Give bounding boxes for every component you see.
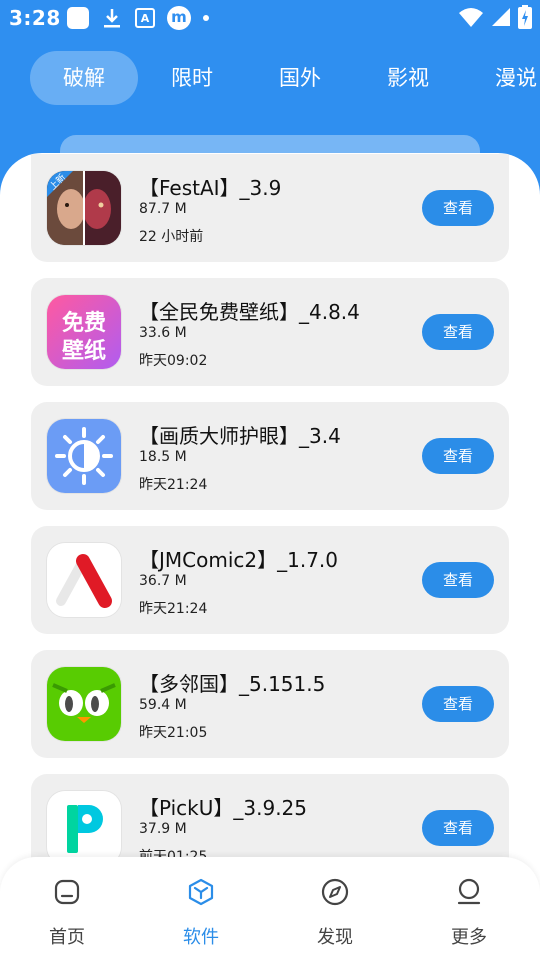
app-card[interactable]: 免费 壁纸 【全民免费壁纸】_4.8.4 33.6 M 昨天09:02 查看 <box>31 278 509 386</box>
jmcomic-icon <box>47 543 121 617</box>
home-icon <box>54 879 80 905</box>
app-name: 【FestAI】_3.9 <box>139 176 282 200</box>
app-size: 18.5 M <box>139 449 187 465</box>
tab-comic[interactable]: 漫说 <box>472 51 540 105</box>
user-icon <box>457 878 481 905</box>
duolingo-owl-icon <box>47 667 121 741</box>
signal-icon <box>492 8 510 26</box>
box-icon <box>188 878 214 906</box>
notification-icons: A m <box>67 6 209 30</box>
app-size: 36.7 M <box>139 573 187 589</box>
app-name: 【PickU】_3.9.25 <box>139 796 308 820</box>
nav-discover[interactable]: 发现 <box>268 857 402 960</box>
nav-label: 发现 <box>317 927 353 948</box>
app-card[interactable]: 【JMComic2】_1.7.0 36.7 M 昨天21:24 查看 <box>31 526 509 634</box>
view-button[interactable]: 查看 <box>422 686 494 722</box>
a-badge-icon: A <box>135 8 155 28</box>
system-icons <box>458 5 532 29</box>
category-tabs: 破解 限时 国外 影视 漫说 <box>0 51 540 105</box>
status-bar: 3:28 A m <box>0 0 540 36</box>
view-button[interactable]: 查看 <box>422 314 494 350</box>
app-size: 37.9 M <box>139 821 187 837</box>
festai-icon: 上新 <box>47 171 121 245</box>
compass-icon <box>321 878 349 906</box>
nav-label: 软件 <box>183 927 219 948</box>
app-time: 昨天21:05 <box>139 725 208 741</box>
app-name: 【全民免费壁纸】_4.8.4 <box>139 300 360 324</box>
app-list: 上新 【FestAI】_3.9 87.7 M 22 小时前 查看 免费 壁纸 【… <box>31 154 509 898</box>
view-button[interactable]: 查看 <box>422 562 494 598</box>
tab-limited[interactable]: 限时 <box>148 51 236 105</box>
content-panel: 上新 【FestAI】_3.9 87.7 M 22 小时前 查看 免费 壁纸 【… <box>0 153 540 960</box>
bottom-nav: 首页 软件 发现 更多 <box>0 857 540 960</box>
view-button[interactable]: 查看 <box>422 810 494 846</box>
app-name: 【画质大师护眼】_3.4 <box>139 424 341 448</box>
tab-crack[interactable]: 破解 <box>30 51 138 105</box>
view-button[interactable]: 查看 <box>422 190 494 226</box>
app-size: 87.7 M <box>139 201 187 217</box>
app-card[interactable]: 上新 【FestAI】_3.9 87.7 M 22 小时前 查看 <box>31 154 509 262</box>
view-button[interactable]: 查看 <box>422 438 494 474</box>
wallpaper-icon: 免费 壁纸 <box>47 295 121 369</box>
app-name: 【JMComic2】_1.7.0 <box>139 548 339 572</box>
m-app-icon: m <box>167 6 191 30</box>
picku-icon <box>47 791 121 865</box>
app-time: 22 小时前 <box>139 229 204 245</box>
status-time: 3:28 <box>9 6 61 30</box>
app-size: 59.4 M <box>139 697 187 713</box>
tab-video[interactable]: 影视 <box>364 51 452 105</box>
nav-label: 更多 <box>451 927 487 948</box>
nav-home[interactable]: 首页 <box>0 857 134 960</box>
app-time: 昨天21:24 <box>139 601 208 617</box>
app-card[interactable]: 【画质大师护眼】_3.4 18.5 M 昨天21:24 查看 <box>31 402 509 510</box>
app-square-icon <box>67 7 89 29</box>
nav-label: 首页 <box>49 927 85 948</box>
app-name: 【多邻国】_5.151.5 <box>139 672 326 696</box>
app-time: 昨天09:02 <box>139 353 208 369</box>
app-size: 33.6 M <box>139 325 187 341</box>
eye-care-sun-icon <box>47 419 121 493</box>
app-card[interactable]: 【多邻国】_5.151.5 59.4 M 昨天21:05 查看 <box>31 650 509 758</box>
battery-charging-icon <box>518 5 532 29</box>
wallpaper-icon-text-2: 壁纸 <box>61 339 106 364</box>
nav-more[interactable]: 更多 <box>402 857 536 960</box>
download-icon <box>101 7 123 29</box>
app-time: 昨天21:24 <box>139 477 208 493</box>
wifi-icon <box>459 8 483 27</box>
dot-icon <box>203 15 209 21</box>
tab-foreign[interactable]: 国外 <box>256 51 344 105</box>
nav-software[interactable]: 软件 <box>134 857 268 960</box>
